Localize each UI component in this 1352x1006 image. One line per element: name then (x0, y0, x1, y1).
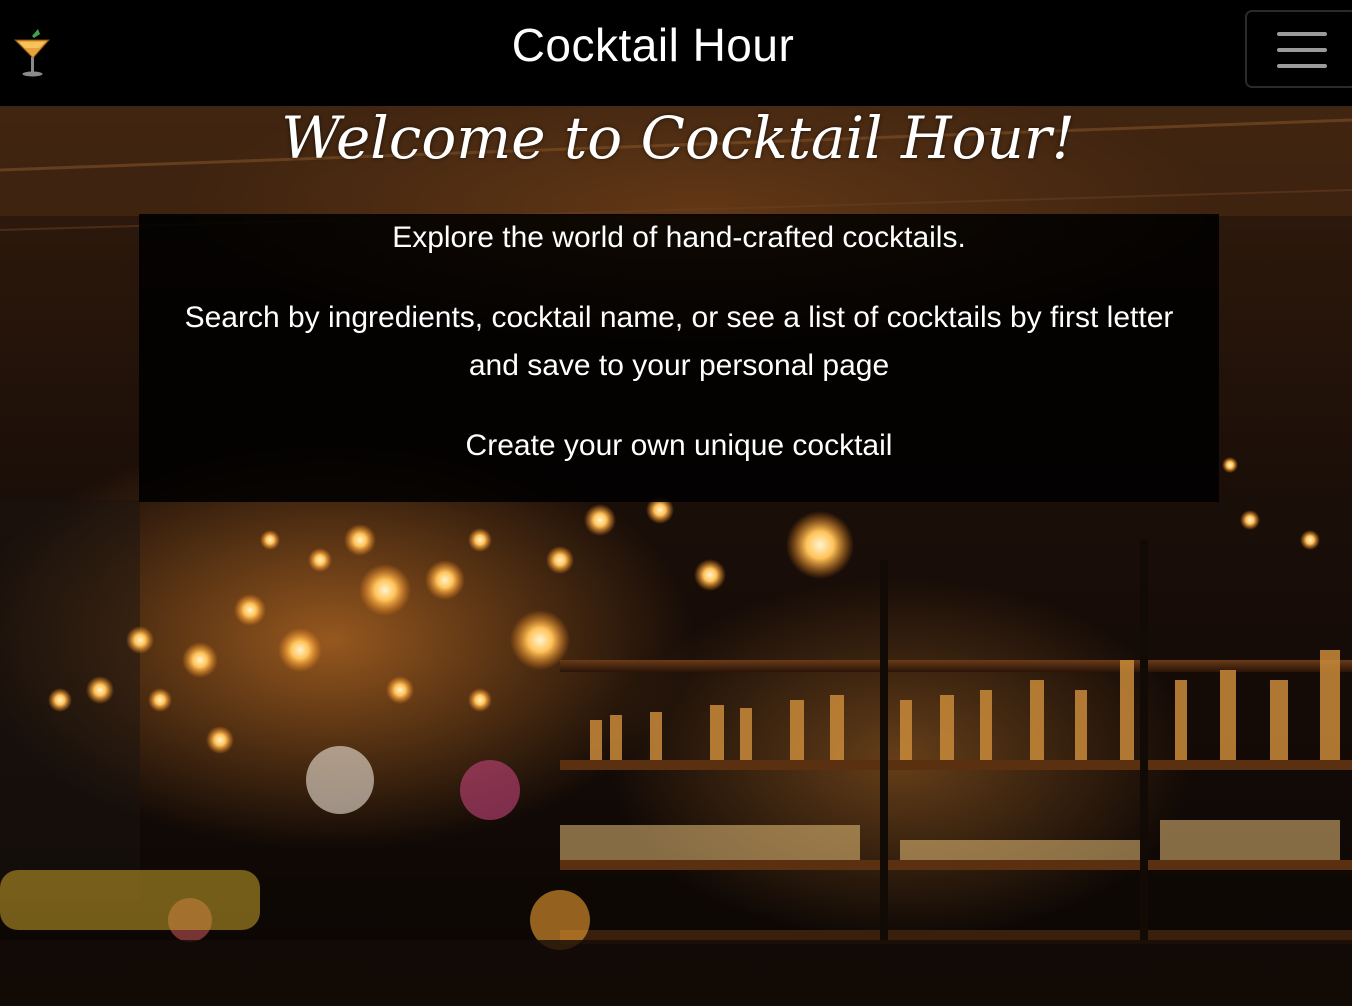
menu-bar (1277, 32, 1327, 36)
intro-box: Explore the world of hand-crafted cockta… (139, 214, 1219, 502)
brand-title[interactable]: Cocktail Hour (0, 18, 1352, 72)
intro-paragraph-search: Search by ingredients, cocktail name, or… (184, 301, 1174, 382)
navbar: Cocktail Hour (0, 0, 1352, 106)
menu-bar (1277, 48, 1327, 52)
menu-bar (1277, 64, 1327, 68)
intro-paragraph-create: Create your own unique cocktail (465, 429, 893, 462)
page: Cocktail Hour Welcome to Cocktail Hour! … (0, 0, 1352, 1006)
welcome-heading: Welcome to Cocktail Hour! (281, 104, 1075, 172)
intro-paragraph-explore: Explore the world of hand-crafted cockta… (392, 221, 966, 254)
hamburger-menu-icon[interactable] (1245, 10, 1352, 88)
